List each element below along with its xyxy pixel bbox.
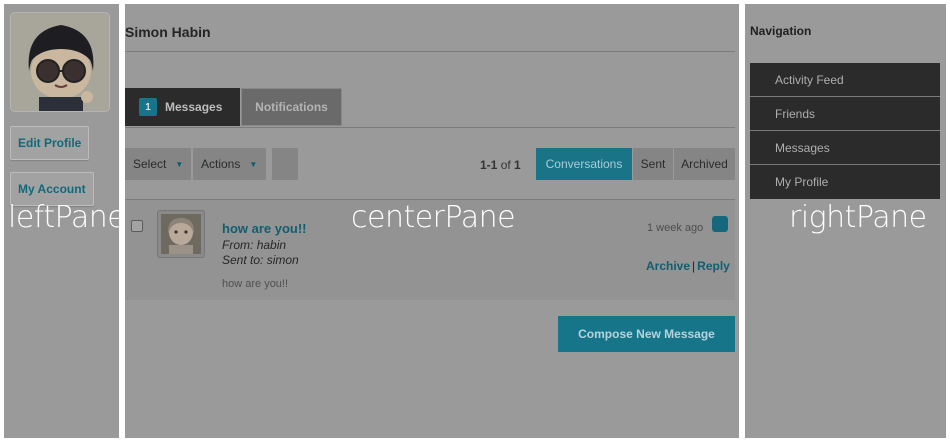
nav-item-my-profile[interactable]: My Profile [750,165,940,199]
tab-messages-label: Messages [165,100,223,114]
caret-down-icon: ▼ [175,159,184,169]
message-timestamp: 1 week ago [647,222,704,234]
tab-notifications[interactable]: Notifications [241,88,342,126]
navigation-title: Navigation [750,24,812,38]
filter-archived[interactable]: Archived [673,148,735,180]
message-actions: Archive | Reply [646,259,730,273]
baby-photo-icon [161,214,201,254]
nav-item-messages[interactable]: Messages [750,131,940,165]
actions-label: Actions [201,157,241,171]
action-separator: | [692,259,696,273]
profile-avatar[interactable] [10,12,110,112]
count-range: 1-1 [480,158,498,172]
unread-badge: 1 [139,98,157,116]
from-value: habin [256,238,287,252]
filter-sent[interactable]: Sent [632,148,673,180]
reply-link[interactable]: Reply [697,259,730,273]
actions-dropdown[interactable]: Actions ▼ [193,148,267,180]
avatar-illustration [11,13,109,111]
left-pane-label: leftPane [8,200,126,235]
right-pane: Navigation Activity Feed Friends Message… [745,4,946,438]
message-checkbox[interactable] [131,220,143,232]
nav-item-friends[interactable]: Friends [750,97,940,131]
caret-down-icon: ▼ [249,159,258,169]
sender-avatar[interactable] [157,210,205,258]
center-pane: Simon Habin 1 Messages Notifications Sel… [125,4,739,438]
nav-item-activity-feed[interactable]: Activity Feed [750,63,940,97]
pagination-count: 1-1 of 1 [480,158,521,172]
from-label: From: [222,238,254,252]
message-from: From: habin [222,238,286,252]
tabs-divider [125,127,735,128]
left-pane: Edit Profile My Account leftPane [4,4,126,438]
edit-profile-button[interactable]: Edit Profile [10,126,90,160]
select-dropdown[interactable]: Select ▼ [125,148,192,180]
tab-notifications-label: Notifications [255,100,328,114]
count-of: of [500,158,511,172]
toolbar-blank-button[interactable] [272,148,299,180]
right-pane-label: rightPane [789,200,927,235]
to-label: Sent to: [222,253,264,267]
tab-messages[interactable]: 1 Messages [125,88,240,126]
select-label: Select [133,157,167,171]
navigation-menu: Activity Feed Friends Messages My Profil… [750,63,940,199]
message-excerpt: how are you!! [222,278,289,290]
archive-link[interactable]: Archive [646,259,690,273]
filter-conversations[interactable]: Conversations [536,148,632,180]
page-title: Simon Habin [125,24,211,40]
title-divider [125,51,735,52]
message-to: Sent to: simon [222,253,299,267]
to-value: simon [266,253,299,267]
message-subject[interactable]: how are you!! [222,221,307,236]
count-total: 1 [514,158,521,172]
unread-indicator-icon[interactable] [712,216,728,232]
compose-message-button[interactable]: Compose New Message [558,316,735,352]
center-pane-label: centerPane [351,200,516,235]
